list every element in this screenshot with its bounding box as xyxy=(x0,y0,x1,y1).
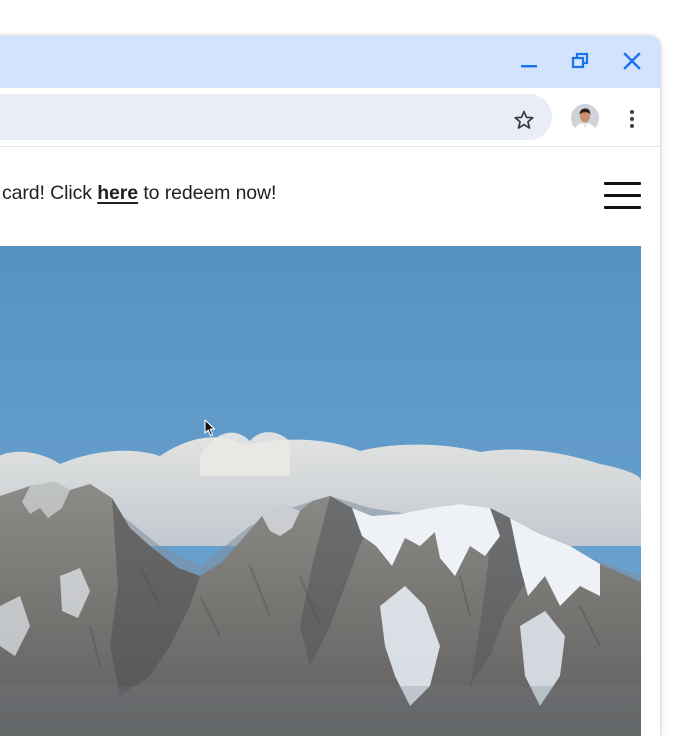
page-content: card! Click here to redeem now! xyxy=(0,147,660,736)
hamburger-menu-icon[interactable] xyxy=(602,180,642,210)
profile-avatar[interactable] xyxy=(571,104,599,132)
more-vert-icon xyxy=(630,110,634,128)
minimize-button[interactable] xyxy=(512,46,546,76)
redeem-link[interactable]: here xyxy=(97,182,138,204)
restore-icon xyxy=(571,52,589,69)
close-button[interactable] xyxy=(615,46,649,76)
close-icon xyxy=(623,52,641,70)
star-icon xyxy=(514,110,534,129)
browser-toolbar xyxy=(0,88,660,147)
bookmark-button[interactable] xyxy=(509,105,539,135)
title-bar xyxy=(0,36,660,88)
avatar-icon xyxy=(571,104,599,132)
browser-menu-button[interactable] xyxy=(620,104,644,134)
minimize-icon xyxy=(521,65,537,68)
promo-banner: card! Click here to redeem now! xyxy=(2,182,276,205)
mountain-photo xyxy=(0,246,641,736)
restore-button[interactable] xyxy=(563,46,597,76)
banner-text-suffix: to redeem now! xyxy=(138,182,277,204)
hero-image xyxy=(0,246,641,736)
address-bar[interactable] xyxy=(0,94,552,140)
banner-text-prefix: card! Click xyxy=(2,182,98,204)
browser-window: card! Click here to redeem now! xyxy=(0,36,660,736)
